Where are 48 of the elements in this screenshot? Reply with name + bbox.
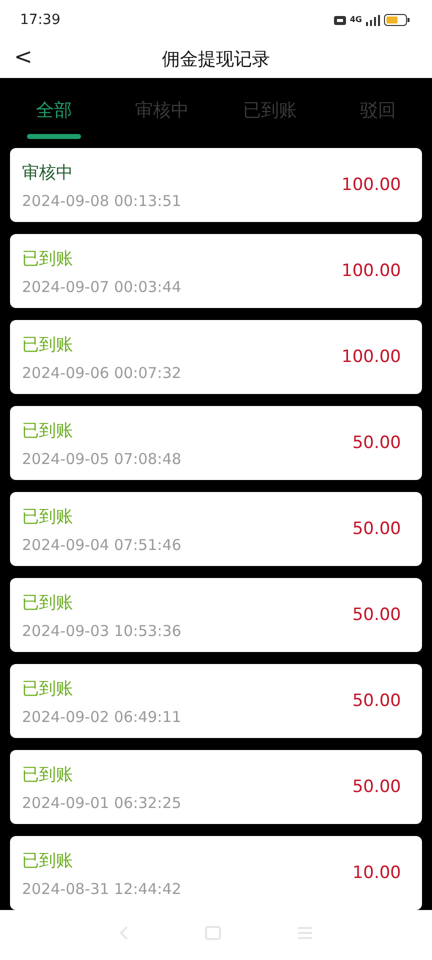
page-title: 佣金提现记录 bbox=[162, 48, 270, 71]
record-status: 已到账 bbox=[22, 248, 74, 270]
active-tab-indicator bbox=[27, 134, 81, 139]
record-card[interactable]: 已到账 2024-09-07 00:03:44 100.00 bbox=[10, 234, 422, 308]
record-time: 2024-09-05 07:08:48 bbox=[22, 450, 182, 468]
network-label: 4G bbox=[350, 16, 362, 24]
record-card[interactable]: 已到账 2024-08-31 12:44:42 10.00 bbox=[10, 836, 422, 910]
record-card[interactable]: 已到账 2024-09-05 07:08:48 50.00 bbox=[10, 406, 422, 480]
record-time: 2024-08-31 12:44:42 bbox=[22, 880, 182, 898]
record-card[interactable]: 已到账 2024-09-06 00:07:32 100.00 bbox=[10, 320, 422, 394]
record-card[interactable]: 审核中 2024-09-08 00:13:51 100.00 bbox=[10, 148, 422, 222]
record-status: 已到账 bbox=[22, 420, 74, 442]
record-time: 2024-09-02 06:49:11 bbox=[22, 708, 182, 726]
status-time: 17:39 bbox=[20, 12, 60, 28]
record-amount: 100.00 bbox=[342, 175, 401, 195]
record-status: 审核中 bbox=[22, 162, 74, 184]
back-nav-icon[interactable] bbox=[119, 926, 129, 940]
record-amount: 100.00 bbox=[342, 347, 401, 367]
record-card[interactable]: 已到账 2024-09-02 06:49:11 50.00 bbox=[10, 664, 422, 738]
home-nav-icon[interactable] bbox=[205, 926, 221, 940]
record-time: 2024-09-03 10:53:36 bbox=[22, 622, 182, 640]
record-amount: 50.00 bbox=[352, 605, 401, 625]
record-time: 2024-09-04 07:51:46 bbox=[22, 536, 182, 554]
menu-nav-icon[interactable] bbox=[297, 926, 313, 940]
record-card[interactable]: 已到账 2024-09-01 06:32:25 50.00 bbox=[10, 750, 422, 824]
record-time: 2024-09-01 06:32:25 bbox=[22, 794, 182, 812]
tab[interactable]: 全部 bbox=[0, 80, 108, 144]
record-status: 已到账 bbox=[22, 764, 74, 786]
record-status: 已到账 bbox=[22, 592, 74, 614]
record-amount: 50.00 bbox=[352, 777, 401, 797]
back-button[interactable]: < bbox=[10, 44, 36, 72]
battery-icon bbox=[384, 14, 410, 26]
record-card[interactable]: 已到账 2024-09-04 07:51:46 50.00 bbox=[10, 492, 422, 566]
record-status: 已到账 bbox=[22, 334, 74, 356]
signal-icon bbox=[366, 14, 380, 26]
record-amount: 100.00 bbox=[342, 261, 401, 281]
record-status: 已到账 bbox=[22, 506, 74, 528]
record-status: 已到账 bbox=[22, 678, 74, 700]
hd-icon bbox=[334, 16, 346, 24]
record-amount: 50.00 bbox=[352, 433, 401, 453]
record-amount: 50.00 bbox=[352, 691, 401, 711]
record-card[interactable]: 已到账 2024-09-03 10:53:36 50.00 bbox=[10, 578, 422, 652]
record-time: 2024-09-07 00:03:44 bbox=[22, 278, 182, 296]
record-status: 已到账 bbox=[22, 850, 74, 872]
record-time: 2024-09-08 00:13:51 bbox=[22, 192, 182, 210]
record-amount: 10.00 bbox=[352, 863, 401, 883]
record-amount: 50.00 bbox=[352, 519, 401, 539]
record-time: 2024-09-06 00:07:32 bbox=[22, 364, 182, 382]
